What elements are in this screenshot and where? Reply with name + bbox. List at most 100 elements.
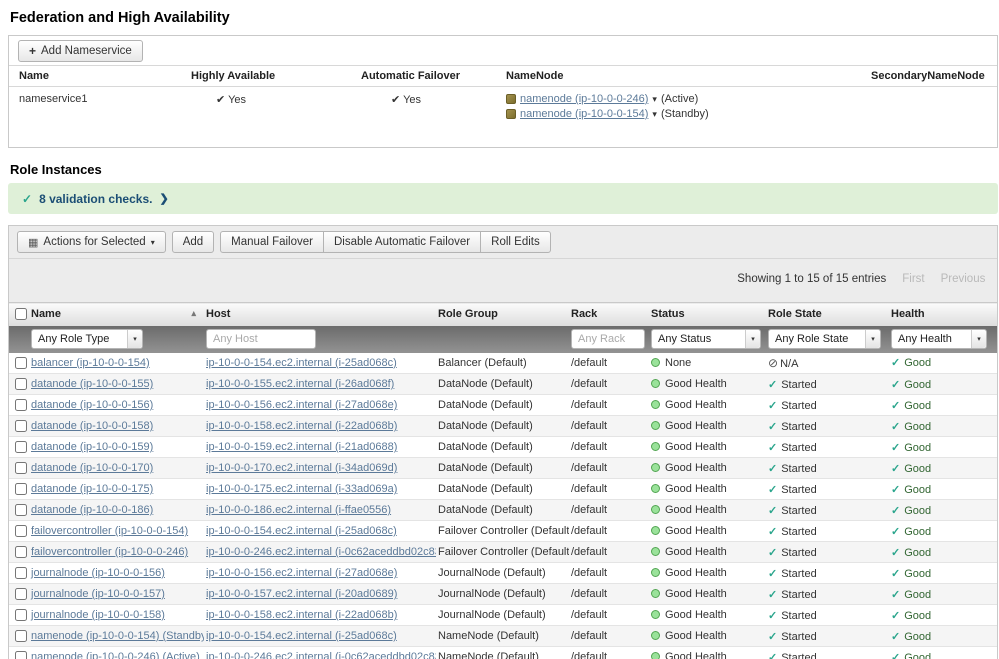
row-checkbox[interactable] bbox=[15, 609, 27, 621]
caret-down-icon[interactable]: ▾ bbox=[652, 109, 657, 120]
role-instance-link[interactable]: datanode (ip-10-0-0-170) bbox=[31, 462, 153, 474]
col-header-health[interactable]: Health bbox=[889, 303, 997, 326]
row-checkbox[interactable] bbox=[15, 567, 27, 579]
row-checkbox-cell bbox=[9, 437, 29, 458]
namenode-state: (Active) bbox=[661, 93, 698, 105]
select-all-checkbox[interactable] bbox=[15, 308, 27, 320]
pagination-first[interactable]: First bbox=[902, 273, 924, 285]
host-link[interactable]: ip-10-0-0-157.ec2.internal (i-20ad0689) bbox=[206, 588, 397, 600]
row-checkbox[interactable] bbox=[15, 441, 27, 453]
role-state-filter-select[interactable]: Any Role State ▾ bbox=[768, 329, 881, 349]
host-link[interactable]: ip-10-0-0-159.ec2.internal (i-21ad0688) bbox=[206, 441, 397, 453]
status-cell: Good Health bbox=[649, 521, 766, 542]
role-instance-link[interactable]: journalnode (ip-10-0-0-157) bbox=[31, 588, 165, 600]
health-check-icon: ✓ bbox=[891, 400, 900, 412]
status-cell: Good Health bbox=[649, 416, 766, 437]
row-checkbox[interactable] bbox=[15, 546, 27, 558]
rack-filter-input[interactable] bbox=[571, 329, 645, 349]
caret-down-icon[interactable]: ▾ bbox=[652, 94, 657, 105]
col-header-role-state[interactable]: Role State bbox=[766, 303, 889, 326]
role-group-cell: DataNode (Default) bbox=[436, 374, 569, 395]
role-instance-link[interactable]: namenode (ip-10-0-0-154) (Standby) bbox=[31, 630, 204, 642]
host-link[interactable]: ip-10-0-0-158.ec2.internal (i-22ad068b) bbox=[206, 609, 397, 621]
host-link[interactable]: ip-10-0-0-175.ec2.internal (i-33ad069a) bbox=[206, 483, 397, 495]
namenode-link[interactable]: namenode (ip-10-0-0-246) bbox=[520, 93, 648, 105]
col-header-role-group[interactable]: Role Group bbox=[436, 303, 569, 326]
disable-automatic-failover-button[interactable]: Disable Automatic Failover bbox=[323, 231, 481, 253]
add-nameservice-button[interactable]: + Add Nameservice bbox=[18, 40, 143, 62]
health-check-icon: ✓ bbox=[891, 463, 900, 475]
nameservice-panel: + Add Nameservice Name Highly Available … bbox=[8, 35, 998, 148]
manual-failover-button[interactable]: Manual Failover bbox=[220, 231, 324, 253]
health-cell: ✓Good bbox=[889, 563, 997, 584]
row-checkbox-cell bbox=[9, 563, 29, 584]
host-link[interactable]: ip-10-0-0-154.ec2.internal (i-25ad068c) bbox=[206, 630, 397, 642]
role-state-cell: ✓Started bbox=[766, 458, 889, 479]
status-circle-icon bbox=[651, 526, 660, 535]
health-cell: ✓Good bbox=[889, 416, 997, 437]
table-row: datanode (ip-10-0-0-170) ip-10-0-0-170.e… bbox=[9, 458, 997, 479]
role-instance-link[interactable]: failovercontroller (ip-10-0-0-154) bbox=[31, 525, 188, 537]
health-check-icon: ✓ bbox=[891, 442, 900, 454]
col-header-name[interactable]: Name ▴ bbox=[29, 303, 204, 326]
ns-col-secondary-namenode: SecondaryNameNode bbox=[871, 66, 997, 87]
role-instance-link[interactable]: failovercontroller (ip-10-0-0-246) bbox=[31, 546, 188, 558]
role-instance-link[interactable]: namenode (ip-10-0-0-246) (Active) bbox=[31, 651, 200, 659]
role-instances-table: Name ▴ Host Role Group Rack Status Role … bbox=[9, 302, 997, 659]
role-type-filter-select[interactable]: Any Role Type ▾ bbox=[31, 329, 143, 349]
col-header-rack[interactable]: Rack bbox=[569, 303, 649, 326]
row-checkbox[interactable] bbox=[15, 483, 27, 495]
rack-cell: /default bbox=[569, 479, 649, 500]
role-instance-link[interactable]: datanode (ip-10-0-0-159) bbox=[31, 441, 153, 453]
role-instance-link[interactable]: datanode (ip-10-0-0-186) bbox=[31, 504, 153, 516]
role-instance-link[interactable]: journalnode (ip-10-0-0-158) bbox=[31, 609, 165, 621]
secondary-namenode-cell bbox=[871, 87, 997, 148]
row-checkbox[interactable] bbox=[15, 420, 27, 432]
host-link[interactable]: ip-10-0-0-156.ec2.internal (i-27ad068e) bbox=[206, 567, 397, 579]
status-cell: None bbox=[649, 353, 766, 374]
host-link[interactable]: ip-10-0-0-186.ec2.internal (i-ffae0556) bbox=[206, 504, 391, 516]
status-filter-select[interactable]: Any Status ▾ bbox=[651, 329, 761, 349]
namenode-link[interactable]: namenode (ip-10-0-0-154) bbox=[520, 108, 648, 120]
role-instance-link[interactable]: balancer (ip-10-0-0-154) bbox=[31, 357, 150, 369]
pagination-previous[interactable]: Previous bbox=[941, 273, 986, 285]
role-instance-link[interactable]: datanode (ip-10-0-0-175) bbox=[31, 483, 153, 495]
host-filter-input[interactable] bbox=[206, 329, 316, 349]
host-link[interactable]: ip-10-0-0-154.ec2.internal (i-25ad068c) bbox=[206, 357, 397, 369]
role-instance-link[interactable]: datanode (ip-10-0-0-155) bbox=[31, 378, 153, 390]
validation-checks-banner[interactable]: ✓ 8 validation checks. ❯ bbox=[8, 183, 998, 214]
role-group-cell: Failover Controller (Default) bbox=[436, 542, 569, 563]
row-checkbox[interactable] bbox=[15, 588, 27, 600]
role-instance-link[interactable]: journalnode (ip-10-0-0-156) bbox=[31, 567, 165, 579]
role-state-icon: ✓ bbox=[768, 526, 777, 538]
row-checkbox-cell bbox=[9, 626, 29, 647]
health-check-icon: ✓ bbox=[891, 484, 900, 496]
row-checkbox[interactable] bbox=[15, 504, 27, 516]
host-link[interactable]: ip-10-0-0-246.ec2.internal (i-0c62aceddb… bbox=[206, 546, 436, 558]
host-link[interactable]: ip-10-0-0-170.ec2.internal (i-34ad069d) bbox=[206, 462, 397, 474]
roll-edits-button[interactable]: Roll Edits bbox=[480, 231, 551, 253]
health-check-icon: ✓ bbox=[891, 505, 900, 517]
row-checkbox[interactable] bbox=[15, 525, 27, 537]
actions-for-selected-button[interactable]: ▦ Actions for Selected ▾ bbox=[17, 231, 166, 253]
health-filter-select[interactable]: Any Health ▾ bbox=[891, 329, 987, 349]
row-checkbox[interactable] bbox=[15, 462, 27, 474]
rack-cell: /default bbox=[569, 626, 649, 647]
host-link[interactable]: ip-10-0-0-155.ec2.internal (i-26ad068f) bbox=[206, 378, 394, 390]
table-row: journalnode (ip-10-0-0-158) ip-10-0-0-15… bbox=[9, 605, 997, 626]
host-link[interactable]: ip-10-0-0-156.ec2.internal (i-27ad068e) bbox=[206, 399, 397, 411]
col-header-status[interactable]: Status bbox=[649, 303, 766, 326]
role-instance-link[interactable]: datanode (ip-10-0-0-156) bbox=[31, 399, 153, 411]
row-checkbox[interactable] bbox=[15, 630, 27, 642]
role-instance-link[interactable]: datanode (ip-10-0-0-158) bbox=[31, 420, 153, 432]
row-checkbox[interactable] bbox=[15, 651, 27, 659]
host-link[interactable]: ip-10-0-0-158.ec2.internal (i-22ad068b) bbox=[206, 420, 397, 432]
role-state-cell: ✓Started bbox=[766, 479, 889, 500]
add-button[interactable]: Add bbox=[172, 231, 214, 253]
row-checkbox[interactable] bbox=[15, 378, 27, 390]
host-link[interactable]: ip-10-0-0-154.ec2.internal (i-25ad068c) bbox=[206, 525, 397, 537]
host-link[interactable]: ip-10-0-0-246.ec2.internal (i-0c62aceddb… bbox=[206, 651, 436, 659]
row-checkbox[interactable] bbox=[15, 399, 27, 411]
col-header-host[interactable]: Host bbox=[204, 303, 436, 326]
row-checkbox[interactable] bbox=[15, 357, 27, 369]
